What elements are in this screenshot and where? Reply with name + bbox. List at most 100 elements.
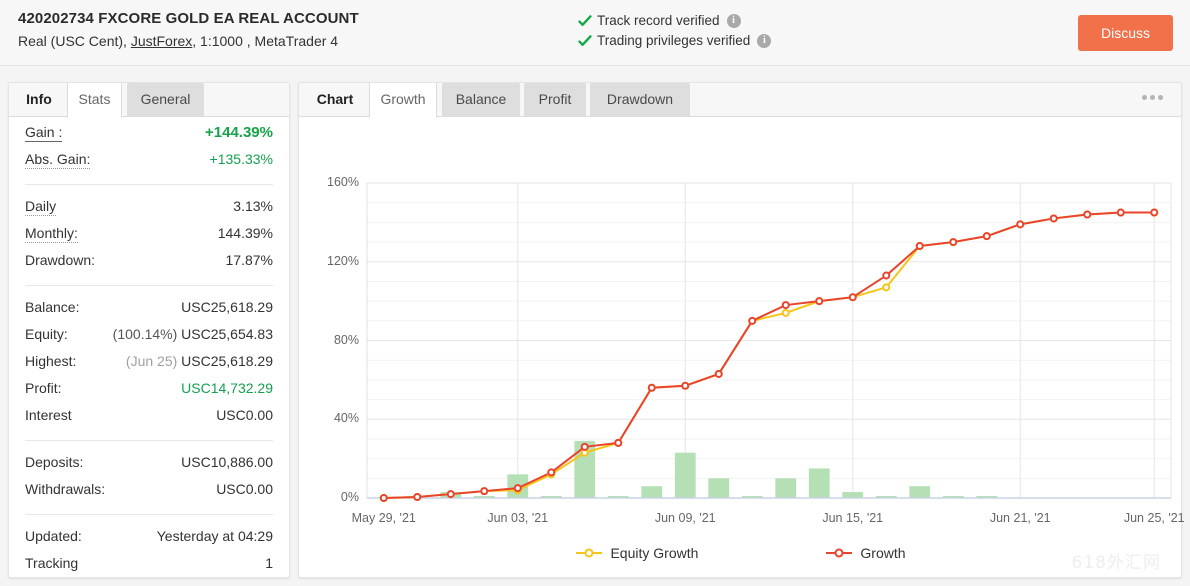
stat-row-profit: Profit: USC14,732.29 xyxy=(25,379,273,406)
tab-profit[interactable]: Profit xyxy=(524,83,586,117)
stat-key[interactable]: Abs. Gain: xyxy=(25,150,91,169)
stat-value: 1 xyxy=(265,555,273,571)
divider xyxy=(25,440,273,441)
account-subtitle: Real (USC Cent), JustForex, 1:1000 , Met… xyxy=(18,33,338,49)
info-icon[interactable]: i xyxy=(757,33,772,48)
stat-value-main: USC25,654.83 xyxy=(181,326,273,342)
watermark: 618外汇网 xyxy=(1071,553,1161,573)
ellipsis-icon[interactable] xyxy=(1142,95,1163,100)
trading-privileges-verified: Trading privileges verified i xyxy=(578,33,772,48)
stats-group-meta: Updated: Yesterday at 04:29 Tracking 1 xyxy=(25,521,273,581)
chart-panel: Chart Growth Balance Profit Drawdown 0% 4… xyxy=(298,82,1185,578)
legend-marker-icon xyxy=(826,548,853,558)
stat-key: Withdrawals: xyxy=(25,481,106,497)
page-root: 420202734 FXCORE GOLD EA REAL ACCOUNT Re… xyxy=(0,0,1190,586)
stat-key: Profit: xyxy=(25,380,62,396)
check-icon xyxy=(578,34,592,48)
stat-value: USC0.00 xyxy=(216,481,273,497)
stat-row-monthly: Monthly: 144.39% xyxy=(25,224,273,251)
stat-value: +144.39% xyxy=(205,124,273,141)
legend-item[interactable]: Growth xyxy=(826,545,906,561)
stat-key[interactable]: Daily xyxy=(25,197,57,216)
check-icon xyxy=(578,14,592,28)
stat-row-deposits: Deposits: USC10,886.00 xyxy=(25,453,273,480)
stat-key[interactable]: Monthly: xyxy=(25,224,78,243)
stat-value: Yesterday at 04:29 xyxy=(156,528,273,544)
stat-row-interest: Interest USC0.00 xyxy=(25,406,273,433)
stat-row-equity: Equity: (100.14%) USC25,654.83 xyxy=(25,325,273,352)
legend-label: Growth xyxy=(860,545,906,561)
stat-row-balance: Balance: USC25,618.29 xyxy=(25,298,273,325)
volume-bar xyxy=(842,492,864,498)
series-point xyxy=(1150,208,1159,217)
stat-key: Balance: xyxy=(25,299,80,315)
stat-value: USC14,732.29 xyxy=(181,380,273,396)
tab-growth[interactable]: Growth xyxy=(369,83,437,118)
stat-key[interactable]: Gain : xyxy=(25,123,63,142)
stats-panel: Info Stats General Gain : +144.39% Abs. … xyxy=(8,82,290,578)
divider xyxy=(25,285,273,286)
series-point xyxy=(580,442,589,451)
account-leverage-platform: , 1:1000 , MetaTrader 4 xyxy=(192,33,339,49)
stat-value-prefix: (Jun 25) xyxy=(125,353,178,369)
stat-value: USC25,618.29 xyxy=(181,299,273,315)
tab-stats[interactable]: Stats xyxy=(67,83,122,118)
stat-value: USC0.00 xyxy=(216,407,273,423)
divider xyxy=(25,184,273,185)
stats-group-performance: Daily 3.13% Monthly: 144.39% Drawdown: 1… xyxy=(25,191,273,278)
series-point xyxy=(1083,210,1092,219)
trading-privileges-label: Trading privileges verified xyxy=(597,33,751,48)
y-axis-tick: 120% xyxy=(327,253,359,268)
stats-list: Gain : +144.39% Abs. Gain: +135.33% Dail… xyxy=(9,117,289,581)
stat-key: Highest: xyxy=(25,353,77,369)
account-type: Real (USC Cent), xyxy=(18,33,131,49)
discuss-button[interactable]: Discuss xyxy=(1078,15,1173,51)
chart-tabrow: Chart Growth Balance Profit Drawdown xyxy=(299,83,1181,118)
account-header: 420202734 FXCORE GOLD EA REAL ACCOUNT Re… xyxy=(0,0,1190,66)
volume-bar xyxy=(909,486,931,498)
series-point xyxy=(614,438,623,447)
series-point xyxy=(882,271,891,280)
series-point xyxy=(882,283,891,292)
stats-group-gain: Gain : +144.39% Abs. Gain: +135.33% xyxy=(25,117,273,177)
tab-drawdown[interactable]: Drawdown xyxy=(590,83,690,117)
series-point xyxy=(513,484,522,493)
stat-value: (100.14%) USC25,654.83 xyxy=(113,326,273,342)
stat-value: 3.13% xyxy=(233,198,273,214)
stat-value: +135.33% xyxy=(209,151,273,167)
panel-label-info: Info xyxy=(26,91,52,107)
series-point xyxy=(413,493,422,502)
y-axis-tick: 160% xyxy=(327,175,359,189)
stat-key: Drawdown: xyxy=(25,252,96,268)
series-point xyxy=(949,238,958,247)
stat-value: USC10,886.00 xyxy=(181,454,273,470)
stat-value: 144.39% xyxy=(217,225,273,241)
y-axis-tick: 80% xyxy=(333,332,359,347)
tab-general[interactable]: General xyxy=(127,83,204,117)
series-point xyxy=(1049,214,1058,223)
series-point xyxy=(714,369,723,378)
volume-bar xyxy=(641,486,663,498)
series-point xyxy=(547,468,556,477)
legend-item[interactable]: Equity Growth xyxy=(576,545,698,561)
series-point xyxy=(681,381,690,390)
stat-row-updated: Updated: Yesterday at 04:29 xyxy=(25,527,273,554)
stat-value: (Jun 25) USC25,618.29 xyxy=(126,353,273,369)
stat-key: Deposits: xyxy=(25,454,84,470)
stat-value: 17.87% xyxy=(225,252,273,268)
series-point xyxy=(848,293,857,302)
growth-chart: 0% 40% 80% 120% 160% May 29, '21 Jun 03, '21 J… xyxy=(299,117,1185,577)
x-axis-tick: May 29, '21 xyxy=(351,511,416,525)
series-point xyxy=(480,487,489,496)
x-axis-tick: Jun 25, '21 xyxy=(1123,511,1185,525)
tab-balance[interactable]: Balance xyxy=(442,83,520,117)
broker-link[interactable]: JustForex xyxy=(131,33,192,49)
info-icon[interactable]: i xyxy=(726,13,741,28)
panel-label-chart: Chart xyxy=(316,91,354,107)
stat-value-main: USC25,618.29 xyxy=(181,353,273,369)
series-point xyxy=(379,494,388,502)
series-point xyxy=(815,297,824,306)
stat-row-gain: Gain : +144.39% xyxy=(25,123,273,150)
series-point xyxy=(1016,220,1025,229)
chart-canvas xyxy=(366,182,1172,502)
